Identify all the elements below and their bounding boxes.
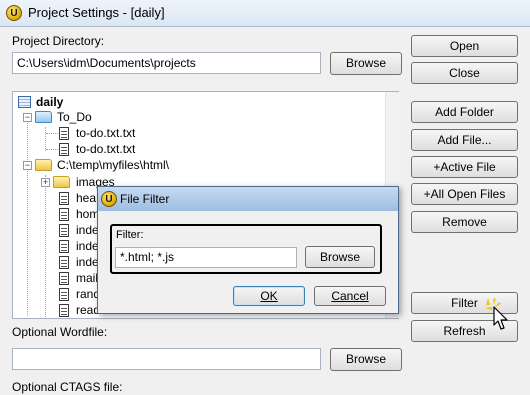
tree-item-file[interactable]: to-do.txt.txt xyxy=(76,125,135,141)
tree-item-file[interactable]: mail xyxy=(76,270,98,286)
expand-icon[interactable]: + xyxy=(41,178,50,187)
tree-item-file[interactable]: inde xyxy=(76,254,99,270)
folder-icon xyxy=(35,159,52,171)
tree-line xyxy=(45,175,46,317)
tree-item-todo[interactable]: To_Do xyxy=(57,109,92,125)
dialog-title-bar: U File Filter xyxy=(98,187,398,211)
file-icon xyxy=(59,272,69,285)
tree-line xyxy=(45,127,46,151)
project-directory-label: Project Directory: xyxy=(12,34,105,48)
open-button[interactable]: Open xyxy=(411,35,518,57)
project-directory-input[interactable]: C:\Users\idm\Documents\projects xyxy=(12,52,321,74)
wordfile-label: Optional Wordfile: xyxy=(12,325,108,339)
tree-item-file[interactable]: to-do.txt.txt xyxy=(76,141,135,157)
file-icon xyxy=(59,208,69,221)
add-file-button[interactable]: Add File... xyxy=(411,129,518,151)
ok-button[interactable]: OK xyxy=(233,286,305,306)
tree-item-file[interactable]: hom xyxy=(76,206,99,222)
app-logo-icon: U xyxy=(6,5,22,21)
dialog-title: File Filter xyxy=(120,192,170,206)
tree-item-file[interactable]: inde xyxy=(76,222,99,238)
collapse-icon[interactable]: − xyxy=(23,161,32,170)
folder-icon xyxy=(53,176,70,188)
tree-item-file[interactable]: inde xyxy=(76,238,99,254)
wordfile-browse-button[interactable]: Browse xyxy=(330,348,402,371)
tree-root-label: daily xyxy=(36,95,64,109)
filter-input[interactable]: *.html; *.js xyxy=(115,247,297,268)
remove-button[interactable]: Remove xyxy=(411,211,518,233)
file-icon xyxy=(59,224,69,237)
project-directory-browse-button[interactable]: Browse xyxy=(330,52,402,75)
mouse-cursor-icon xyxy=(485,298,508,330)
file-icon xyxy=(59,304,69,317)
add-folder-button[interactable]: Add Folder xyxy=(411,101,518,123)
tree-item-html-folder[interactable]: C:\temp\myfiles\html\ xyxy=(57,157,169,173)
file-icon xyxy=(59,256,69,269)
add-active-file-button[interactable]: +Active File xyxy=(411,156,518,178)
project-icon xyxy=(18,96,31,108)
tree-item-file[interactable]: hea xyxy=(76,190,96,206)
file-icon xyxy=(59,143,69,156)
app-logo-icon: U xyxy=(101,191,117,207)
tree-line xyxy=(27,116,28,316)
file-icon xyxy=(59,240,69,253)
title-bar: U Project Settings - [daily] xyxy=(0,0,530,27)
file-filter-dialog: U File Filter Filter: *.html; *.js Brows… xyxy=(97,186,399,314)
project-settings-window: U Project Settings - [daily] Project Dir… xyxy=(0,0,530,395)
file-icon xyxy=(59,127,69,140)
ctags-label: Optional CTAGS file: xyxy=(12,380,123,394)
close-button[interactable]: Close xyxy=(411,62,518,84)
filter-label: Filter: xyxy=(116,229,144,241)
cancel-button[interactable]: Cancel xyxy=(314,286,386,306)
window-title: Project Settings - [daily] xyxy=(28,5,165,20)
file-icon xyxy=(59,288,69,301)
wordfile-input[interactable] xyxy=(12,348,321,370)
folder-open-icon xyxy=(35,111,52,123)
file-icon xyxy=(59,192,69,205)
collapse-icon[interactable]: − xyxy=(23,113,32,122)
add-all-open-files-button[interactable]: +All Open Files xyxy=(411,183,518,205)
filter-browse-button[interactable]: Browse xyxy=(305,246,375,268)
